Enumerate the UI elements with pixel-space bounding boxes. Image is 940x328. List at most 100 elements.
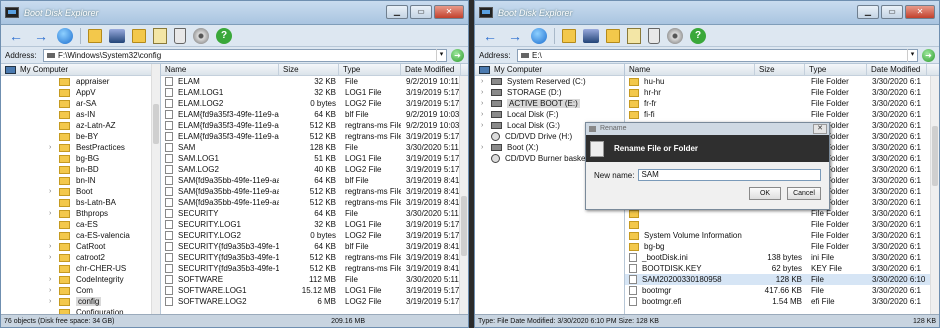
drive-item[interactable]: › STORAGE (D:) (475, 87, 624, 98)
tree-item[interactable]: › catroot2 (1, 252, 160, 263)
new-folder-icon[interactable] (562, 28, 576, 43)
chevron-down-icon[interactable]: ▾ (436, 48, 446, 62)
paste-icon[interactable] (627, 27, 641, 44)
file-row[interactable]: SOFTWARE.LOG1 15.12 MB LOG1 File 3/19/2019 … (161, 285, 468, 296)
delete-icon[interactable] (648, 27, 660, 44)
tree-item[interactable]: › Com (1, 285, 160, 296)
tree-item[interactable]: AppV (1, 87, 160, 98)
scrollbar-thumb[interactable] (932, 126, 938, 186)
close-button[interactable]: ✕ (905, 5, 935, 19)
dialog-title-bar[interactable]: Rename ✕ (586, 123, 829, 135)
dialog-close-button[interactable]: ✕ (813, 124, 827, 134)
file-row[interactable]: fr-fr File Folder 3/30/2020 6:1 (625, 98, 939, 109)
open-folder-icon[interactable] (606, 28, 620, 43)
cancel-button[interactable]: Cancel (787, 187, 821, 200)
scrollbar-thumb[interactable] (461, 196, 467, 256)
file-row[interactable]: SECURITY{fd9a35b3-49fe-11e9... 512 KB regt… (161, 263, 468, 274)
tree-item[interactable]: ca-ES-valencia (1, 230, 160, 241)
maximize-button[interactable]: ▭ (881, 5, 903, 19)
tree-scrollbar[interactable] (151, 64, 160, 314)
tree-item[interactable]: bn-BD (1, 164, 160, 175)
expand-chevron-icon[interactable]: › (481, 78, 491, 85)
paste-icon[interactable] (153, 27, 167, 44)
go-button[interactable]: ➜ (451, 48, 464, 62)
expand-chevron-icon[interactable]: › (481, 111, 491, 118)
file-row[interactable]: ELAM.LOG1 32 KB LOG1 File 3/19/2019 5:17 (161, 87, 468, 98)
drive-item[interactable]: › Local Disk (F:) (475, 109, 624, 120)
new-name-input[interactable]: SAM (638, 169, 821, 181)
file-row[interactable]: SAM.LOG1 51 KB LOG1 File 3/19/2019 5:17 (161, 153, 468, 164)
expand-chevron-icon[interactable]: › (49, 210, 51, 217)
address-input[interactable]: F:\Windows\System32\config ▾ (43, 48, 447, 62)
file-row[interactable]: fi-fi File Folder 3/30/2020 6:1 (625, 109, 939, 120)
tree-item[interactable]: ca-ES (1, 219, 160, 230)
chevron-down-icon[interactable]: ▾ (907, 48, 917, 62)
file-row[interactable]: ELAM{fd9a35f3-49fe-11e9-aa2... 64 KB blf F… (161, 109, 468, 120)
burn-disc-icon[interactable] (667, 27, 683, 44)
expand-chevron-icon[interactable]: › (49, 188, 51, 195)
expand-chevron-icon[interactable]: › (481, 122, 491, 129)
file-row[interactable]: bootmgr.efi 1.54 MB efi File 3/30/2020 6:1 (625, 296, 939, 307)
file-row[interactable]: SAM20200330180958 128 KB File 3/30/2020 6:1… (625, 274, 939, 285)
expand-chevron-icon[interactable]: › (49, 298, 51, 305)
tree-item[interactable]: be-BY (1, 131, 160, 142)
tree-item[interactable]: › Boot (1, 186, 160, 197)
file-row[interactable]: SOFTWARE.LOG2 6 MB LOG2 File 3/19/2019 5:17 (161, 296, 468, 307)
file-row[interactable]: System Volume Information File Folder 3/30… (625, 230, 939, 241)
tree-item[interactable]: › Bthprops (1, 208, 160, 219)
tree-item[interactable]: › CatRoot (1, 241, 160, 252)
maximize-button[interactable]: ▭ (410, 5, 432, 19)
file-row[interactable]: BOOTDISK.KEY 62 bytes KEY File 3/30/2020 6:… (625, 263, 939, 274)
file-row[interactable]: SECURITY.LOG1 32 KB LOG1 File 3/19/2019 5:1… (161, 219, 468, 230)
tree-item[interactable]: bg-BG (1, 153, 160, 164)
drive-item[interactable]: › ACTIVE BOOT (E:) (475, 98, 624, 109)
expand-chevron-icon[interactable]: › (49, 254, 51, 261)
tree-item[interactable]: › BestPractices (1, 142, 160, 153)
title-bar[interactable]: Boot Disk Explorer ▁ ▭ ✕ (1, 1, 468, 25)
column-date[interactable]: Date Modified (867, 64, 927, 75)
tree-item[interactable]: › CodeIntegrity (1, 274, 160, 285)
expand-chevron-icon[interactable]: › (49, 144, 51, 151)
minimize-button[interactable]: ▁ (386, 5, 408, 19)
tree-item[interactable]: az-Latn-AZ (1, 120, 160, 131)
file-row[interactable]: File Folder 3/30/2020 6:1 (625, 219, 939, 230)
tree-header[interactable]: My Computer (475, 64, 624, 76)
address-input[interactable]: E:\ ▾ (517, 48, 918, 62)
file-row[interactable]: _bootDisk.ini 138 bytes ini File 3/30/2020 … (625, 252, 939, 263)
tree-item[interactable]: bs-Latn-BA (1, 197, 160, 208)
file-row[interactable]: SECURITY 64 KB File 3/30/2020 5:11 (161, 208, 468, 219)
file-row[interactable]: hr-hr File Folder 3/30/2020 6:1 (625, 87, 939, 98)
open-folder-icon[interactable] (132, 28, 146, 43)
file-row[interactable]: ELAM{fd9a35f3-49fe-11e9-aa2... 512 KB regt… (161, 120, 468, 131)
file-row[interactable]: ELAM 32 KB File 9/2/2019 10:11 (161, 76, 468, 87)
expand-chevron-icon[interactable]: › (49, 287, 51, 294)
file-row[interactable]: bg-bg File Folder 3/30/2020 6:1 (625, 241, 939, 252)
expand-chevron-icon[interactable]: › (481, 89, 491, 96)
tree-item[interactable]: › config (1, 296, 160, 307)
file-row[interactable]: SECURITY{fd9a35b3-49fe-11e9... 512 KB regt… (161, 252, 468, 263)
expand-chevron-icon[interactable]: › (481, 144, 491, 151)
tree-item[interactable]: as-IN (1, 109, 160, 120)
map-network-drive-icon[interactable] (109, 28, 125, 43)
refresh-icon[interactable] (57, 27, 73, 44)
expand-chevron-icon[interactable]: › (49, 276, 51, 283)
back-arrow-icon[interactable]: ← (7, 27, 25, 45)
file-row[interactable]: SECURITY.LOG2 0 bytes LOG2 File 3/19/2019 5… (161, 230, 468, 241)
forward-arrow-icon[interactable]: → (506, 27, 524, 45)
go-button[interactable]: ➜ (922, 48, 935, 62)
ok-button[interactable]: OK (749, 187, 781, 200)
drive-item[interactable]: › System Reserved (C:) (475, 76, 624, 87)
minimize-button[interactable]: ▁ (857, 5, 879, 19)
column-size[interactable]: Size (755, 64, 805, 75)
map-network-drive-icon[interactable] (583, 28, 599, 43)
help-icon[interactable]: ? (216, 27, 232, 44)
burn-disc-icon[interactable] (193, 27, 209, 44)
column-size[interactable]: Size (279, 64, 339, 75)
file-row[interactable]: SECURITY{fd9a35b3-49fe-11e9... 64 KB blf F… (161, 241, 468, 252)
list-scrollbar[interactable] (459, 76, 468, 314)
tree-item[interactable]: bn-IN (1, 175, 160, 186)
file-row[interactable]: SAM 128 KB File 3/30/2020 5:11 (161, 142, 468, 153)
file-row[interactable]: SAM.LOG2 40 KB LOG2 File 3/19/2019 5:17 (161, 164, 468, 175)
tree-item[interactable]: Configuration (1, 307, 160, 314)
file-row[interactable]: ELAM{fd9a35f3-49fe-11e9-aa2... 512 KB regt… (161, 131, 468, 142)
